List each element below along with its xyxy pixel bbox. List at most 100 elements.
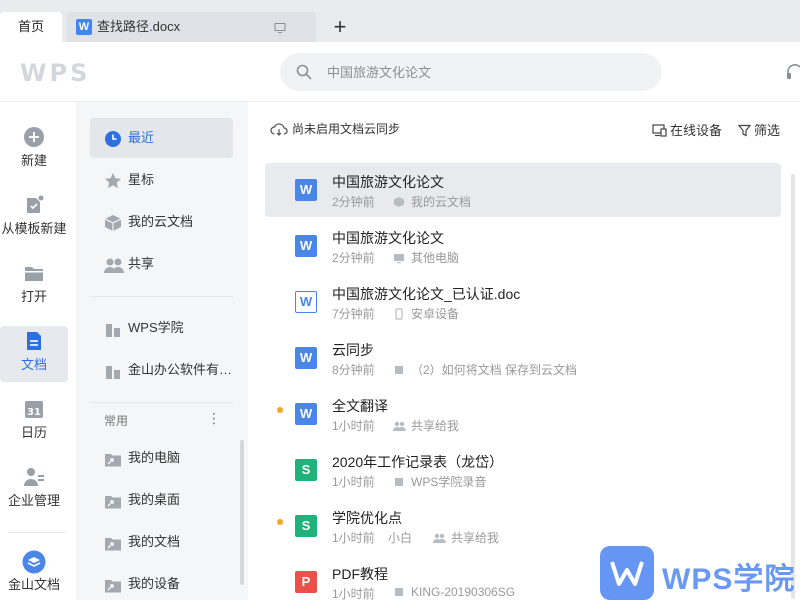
location-icon bbox=[395, 308, 403, 320]
midnav-starred[interactable]: 星标 bbox=[90, 160, 233, 200]
nav-kingsoft-docs[interactable]: 金山文档 bbox=[0, 546, 68, 600]
nav-documents[interactable]: 文档 bbox=[0, 326, 68, 382]
academy-icon bbox=[104, 320, 122, 341]
document-icon bbox=[0, 326, 68, 354]
star-icon bbox=[104, 172, 122, 193]
filter-icon bbox=[737, 124, 752, 137]
midnav-cloud-docs[interactable]: 我的云文档 bbox=[90, 202, 233, 242]
file-row[interactable]: W 中国旅游文化论文 2分钟前 其他电脑 bbox=[265, 219, 781, 273]
file-location: 其他电脑 bbox=[393, 249, 459, 266]
shortcut-folder-icon bbox=[104, 576, 122, 597]
svg-text:31: 31 bbox=[27, 407, 41, 418]
file-name: 中国旅游文化论文 bbox=[332, 174, 444, 190]
file-location-text: 其他电脑 bbox=[411, 251, 460, 265]
common-my-devices-label: 我的设备 bbox=[128, 576, 181, 591]
file-location: 安卓设备 bbox=[393, 305, 459, 322]
spreadsheet-icon: S bbox=[295, 459, 317, 481]
filter-button[interactable]: 筛选 bbox=[737, 120, 780, 139]
monitor-icon bbox=[274, 23, 286, 33]
nav-divider bbox=[8, 532, 66, 533]
wps-logo: WPS bbox=[20, 59, 91, 87]
file-list-panel: 尚未启用文档云同步 在线设备 筛选 W 中国旅游文化论文 2分钟前 我的云文档 W 中国旅… bbox=[248, 102, 800, 600]
nav-documents-label: 文档 bbox=[20, 357, 47, 372]
file-name: 学院优化点 bbox=[332, 510, 402, 526]
nav-calendar[interactable]: 31 日历 bbox=[0, 394, 68, 450]
nav-new[interactable]: 新建 bbox=[0, 122, 68, 178]
tab-bar: 首页 W 查找路径.docx + bbox=[0, 0, 800, 42]
tab-document[interactable]: W 查找路径.docx bbox=[66, 12, 316, 42]
file-owner: 小白 bbox=[388, 531, 413, 545]
new-tab-button[interactable]: + bbox=[326, 12, 354, 42]
search-box[interactable] bbox=[280, 53, 662, 91]
nav-calendar-label: 日历 bbox=[20, 425, 47, 440]
word-doc-icon: W bbox=[295, 347, 317, 369]
common-my-documents[interactable]: 我的文档 bbox=[90, 522, 233, 562]
search-input[interactable] bbox=[327, 53, 647, 91]
file-row[interactable]: W 全文翻译 1小时前 共享给我 bbox=[265, 387, 781, 441]
left-nav: 新建 从模板新建 打开 文档 31 日历 企业管理 金山文档 bbox=[0, 102, 76, 600]
midnav-recent-label: 最近 bbox=[128, 130, 155, 145]
midnav-wps-academy-label: WPS学院 bbox=[128, 320, 184, 335]
spreadsheet-icon: S bbox=[295, 515, 317, 537]
nav-open[interactable]: 打开 bbox=[0, 258, 68, 314]
pdf-icon: P bbox=[295, 571, 317, 593]
wps-academy-logo-icon bbox=[600, 546, 654, 600]
file-name: 云同步 bbox=[332, 342, 374, 358]
tab-home[interactable]: 首页 bbox=[0, 12, 62, 42]
common-my-devices[interactable]: 我的设备 bbox=[90, 564, 233, 600]
file-location-text: （2）如何将文档 保存到云文档 bbox=[411, 363, 578, 377]
common-section-label: 常用 bbox=[104, 414, 129, 428]
file-location: （2）如何将文档 保存到云文档 bbox=[393, 361, 577, 378]
nav-enterprise-label: 企业管理 bbox=[7, 493, 60, 508]
midnav-company-label: 金山办公软件有… bbox=[128, 362, 233, 377]
location-icon bbox=[433, 533, 446, 543]
search-icon bbox=[296, 64, 312, 80]
template-icon bbox=[0, 190, 68, 218]
middle-scrollbar[interactable] bbox=[240, 440, 244, 585]
nav-kingsoft-docs-label: 金山文档 bbox=[7, 577, 60, 592]
midnav-recent[interactable]: 最近 bbox=[90, 118, 233, 158]
common-my-computer[interactable]: 我的电脑 bbox=[90, 438, 233, 478]
file-row[interactable]: W 中国旅游文化论文 2分钟前 我的云文档 bbox=[265, 163, 781, 217]
file-time: 1小时前 bbox=[332, 475, 375, 489]
file-name: 中国旅游文化论文 bbox=[332, 230, 444, 246]
cloud-box-icon bbox=[104, 214, 122, 235]
file-location: KING-20190306SG bbox=[393, 585, 515, 599]
file-row[interactable]: W 云同步 8分钟前 （2）如何将文档 保存到云文档 bbox=[265, 331, 781, 385]
file-list-scrollbar[interactable] bbox=[791, 174, 795, 599]
word-doc-icon: W bbox=[295, 179, 317, 201]
file-time: 1小时前 bbox=[332, 587, 375, 600]
share-people-icon bbox=[104, 256, 124, 277]
file-row[interactable]: S 2020年工作记录表（龙岱） 1小时前 WPS学院录音 bbox=[265, 443, 781, 497]
midnav-shared-label: 共享 bbox=[128, 256, 155, 271]
common-my-computer-label: 我的电脑 bbox=[128, 450, 181, 465]
file-time: 2分钟前 bbox=[332, 195, 375, 209]
word-icon: W bbox=[76, 19, 92, 35]
shortcut-folder-icon bbox=[104, 534, 122, 555]
word-doc-icon: W bbox=[295, 235, 317, 257]
file-location-text: KING-20190306SG bbox=[411, 585, 516, 599]
file-name: 中国旅游文化论文_已认证.doc bbox=[332, 286, 521, 302]
headset-icon[interactable] bbox=[786, 62, 800, 82]
tab-document-title: 查找路径.docx bbox=[97, 19, 181, 34]
file-time: 2分钟前 bbox=[332, 251, 375, 265]
midnav-divider bbox=[90, 296, 233, 297]
midnav-wps-academy[interactable]: WPS学院 bbox=[90, 308, 233, 348]
nav-enterprise[interactable]: 企业管理 bbox=[0, 462, 68, 518]
cloud-sync-status[interactable]: 尚未启用文档云同步 bbox=[270, 120, 400, 137]
file-location-text: 共享给我 bbox=[451, 531, 500, 545]
midnav-divider-2 bbox=[90, 402, 233, 403]
file-location-text: WPS学院录音 bbox=[411, 475, 487, 489]
midnav-company[interactable]: 金山办公软件有… bbox=[90, 350, 233, 390]
file-location-text: 共享给我 bbox=[411, 419, 460, 433]
common-more-button[interactable]: ⋮ bbox=[207, 410, 221, 427]
nav-from-template-label: 从模板新建 bbox=[1, 221, 67, 236]
common-my-desktop[interactable]: 我的桌面 bbox=[90, 480, 233, 520]
file-row[interactable]: S 学院优化点 1小时前 小白 共享给我 bbox=[265, 499, 781, 553]
nav-from-template[interactable]: 从模板新建 bbox=[0, 190, 68, 246]
online-devices-button[interactable]: 在线设备 bbox=[652, 120, 722, 139]
file-row[interactable]: W 中国旅游文化论文_已认证.doc 7分钟前 安卓设备 bbox=[265, 275, 781, 329]
file-location-text: 安卓设备 bbox=[411, 307, 460, 321]
file-location-text: 我的云文档 bbox=[411, 195, 472, 209]
midnav-shared[interactable]: 共享 bbox=[90, 244, 233, 284]
